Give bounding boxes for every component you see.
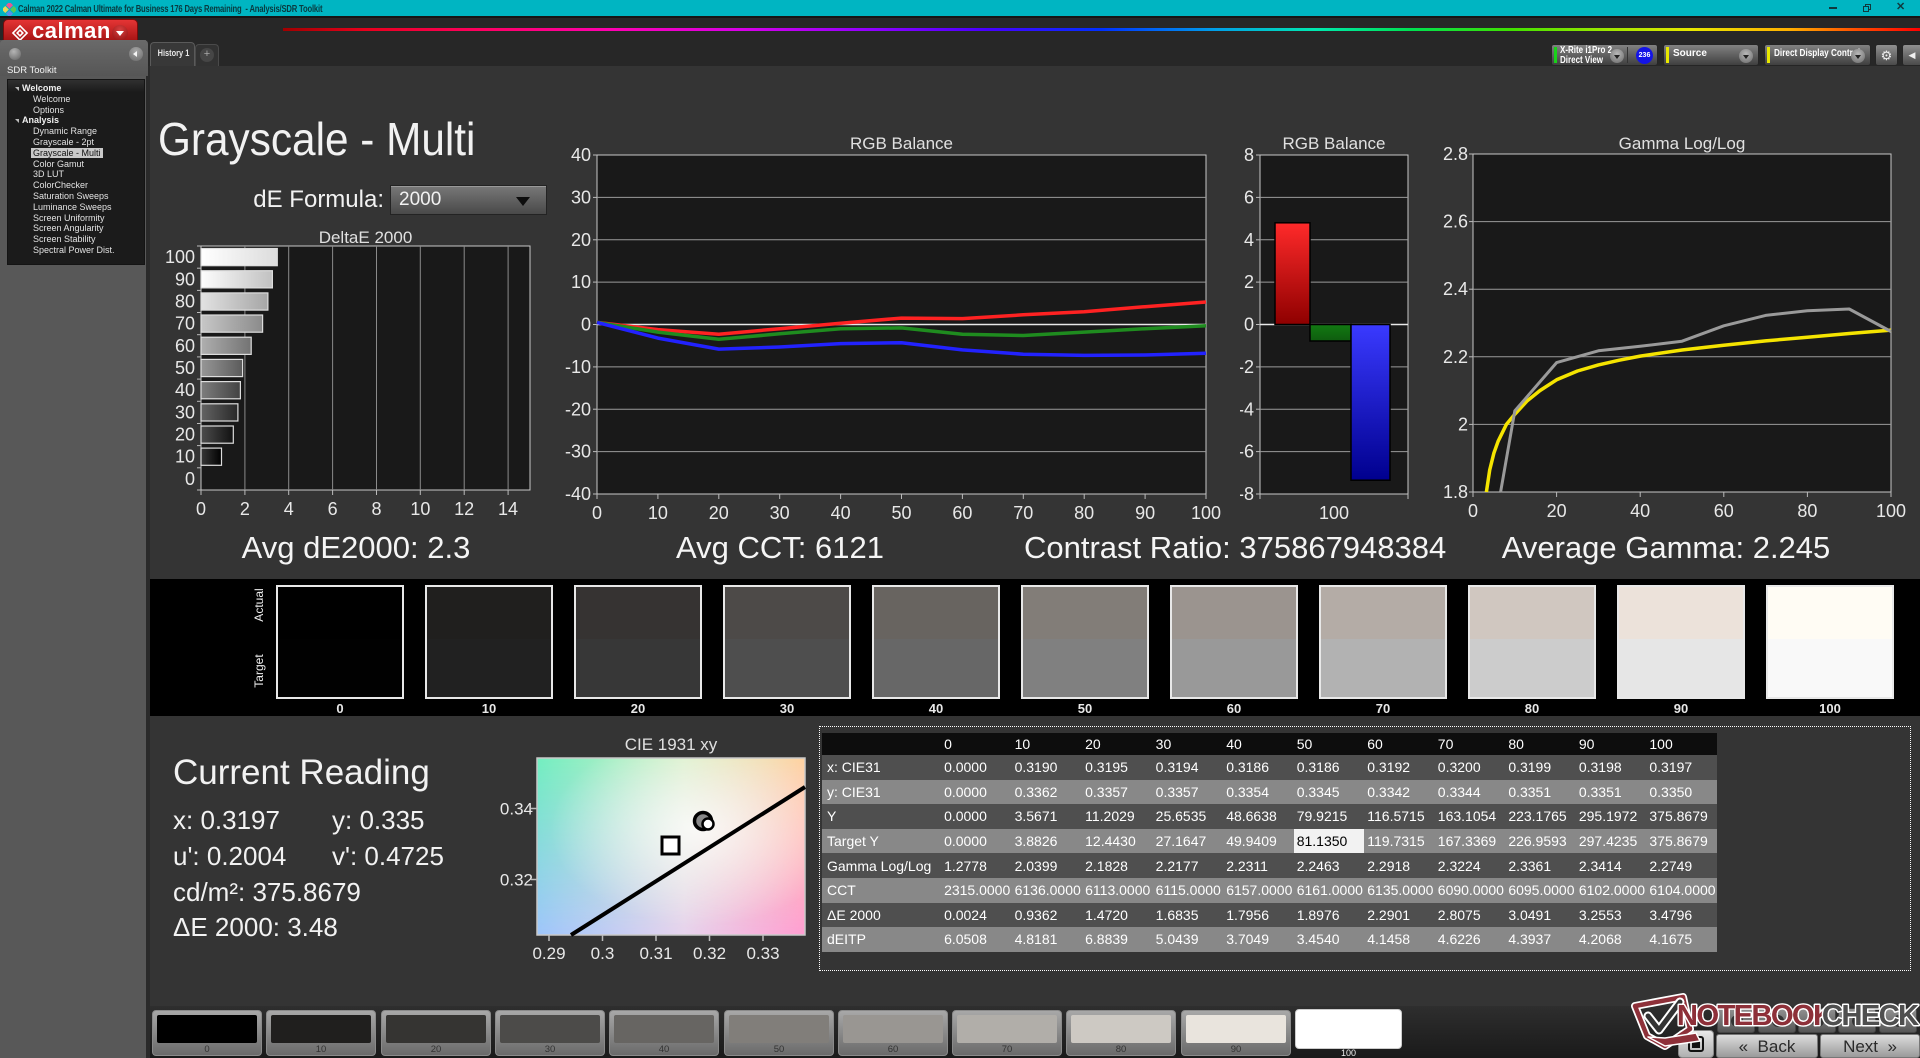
svg-text:80: 80	[1797, 501, 1817, 521]
svg-text:100: 100	[1319, 503, 1349, 523]
svg-text:14: 14	[498, 499, 518, 519]
svg-text:40: 40	[1630, 501, 1650, 521]
svg-text:NOTEBOOK: NOTEBOOK	[1677, 1000, 1834, 1032]
svg-text:6: 6	[1244, 187, 1254, 207]
svg-text:100: 100	[165, 247, 195, 267]
svg-text:80: 80	[175, 291, 195, 311]
svg-text:2.8: 2.8	[1443, 144, 1468, 164]
svg-text:70: 70	[1013, 503, 1033, 523]
svg-text:0.32: 0.32	[500, 871, 533, 890]
svg-text:2: 2	[1458, 414, 1468, 434]
svg-text:12: 12	[454, 499, 474, 519]
svg-text:10: 10	[571, 272, 591, 292]
svg-text:50: 50	[175, 358, 195, 378]
svg-text:20: 20	[709, 503, 729, 523]
svg-text:30: 30	[770, 503, 790, 523]
svg-text:-30: -30	[565, 442, 591, 462]
svg-text:40: 40	[175, 380, 195, 400]
svg-text:0: 0	[592, 503, 602, 523]
svg-text:2: 2	[1244, 272, 1254, 292]
svg-text:-10: -10	[565, 357, 591, 377]
svg-text:30: 30	[571, 187, 591, 207]
svg-text:CHECK: CHECK	[1822, 1000, 1919, 1032]
svg-text:10: 10	[410, 499, 430, 519]
svg-text:2: 2	[240, 499, 250, 519]
svg-text:6: 6	[328, 499, 338, 519]
svg-text:8: 8	[371, 499, 381, 519]
svg-text:2.4: 2.4	[1443, 279, 1468, 299]
svg-text:-4: -4	[1240, 399, 1254, 419]
svg-text:-40: -40	[565, 484, 591, 504]
svg-text:0.34: 0.34	[500, 800, 533, 819]
svg-text:0: 0	[1244, 315, 1254, 335]
svg-text:60: 60	[952, 503, 972, 523]
svg-text:4: 4	[284, 499, 294, 519]
svg-text:0.3: 0.3	[591, 944, 615, 963]
svg-text:60: 60	[1714, 501, 1734, 521]
svg-text:-2: -2	[1240, 357, 1254, 377]
svg-text:60: 60	[175, 336, 195, 356]
svg-text:-6: -6	[1240, 442, 1254, 462]
svg-text:90: 90	[1135, 503, 1155, 523]
svg-text:70: 70	[175, 314, 195, 334]
svg-text:20: 20	[175, 425, 195, 445]
svg-text:-8: -8	[1240, 484, 1254, 504]
svg-text:0: 0	[1468, 501, 1478, 521]
svg-text:4: 4	[1244, 230, 1254, 250]
svg-text:50: 50	[891, 503, 911, 523]
svg-text:30: 30	[175, 402, 195, 422]
svg-text:90: 90	[175, 269, 195, 289]
svg-text:10: 10	[648, 503, 668, 523]
svg-text:10: 10	[175, 447, 195, 467]
svg-text:40: 40	[571, 145, 591, 165]
svg-text:2.6: 2.6	[1443, 212, 1468, 232]
svg-text:0.31: 0.31	[639, 944, 672, 963]
svg-text:0: 0	[196, 499, 206, 519]
svg-text:1.8: 1.8	[1443, 482, 1468, 502]
svg-text:2.2: 2.2	[1443, 347, 1468, 367]
svg-text:20: 20	[571, 230, 591, 250]
svg-text:8: 8	[1244, 145, 1254, 165]
svg-text:0: 0	[185, 469, 195, 489]
svg-text:0.32: 0.32	[693, 944, 726, 963]
svg-text:-20: -20	[565, 399, 591, 419]
svg-text:80: 80	[1074, 503, 1094, 523]
svg-text:0.29: 0.29	[532, 944, 565, 963]
svg-text:100: 100	[1191, 503, 1221, 523]
svg-text:100: 100	[1876, 501, 1906, 521]
svg-text:20: 20	[1547, 501, 1567, 521]
svg-text:0.33: 0.33	[746, 944, 779, 963]
svg-text:0: 0	[581, 315, 591, 335]
svg-text:40: 40	[831, 503, 851, 523]
